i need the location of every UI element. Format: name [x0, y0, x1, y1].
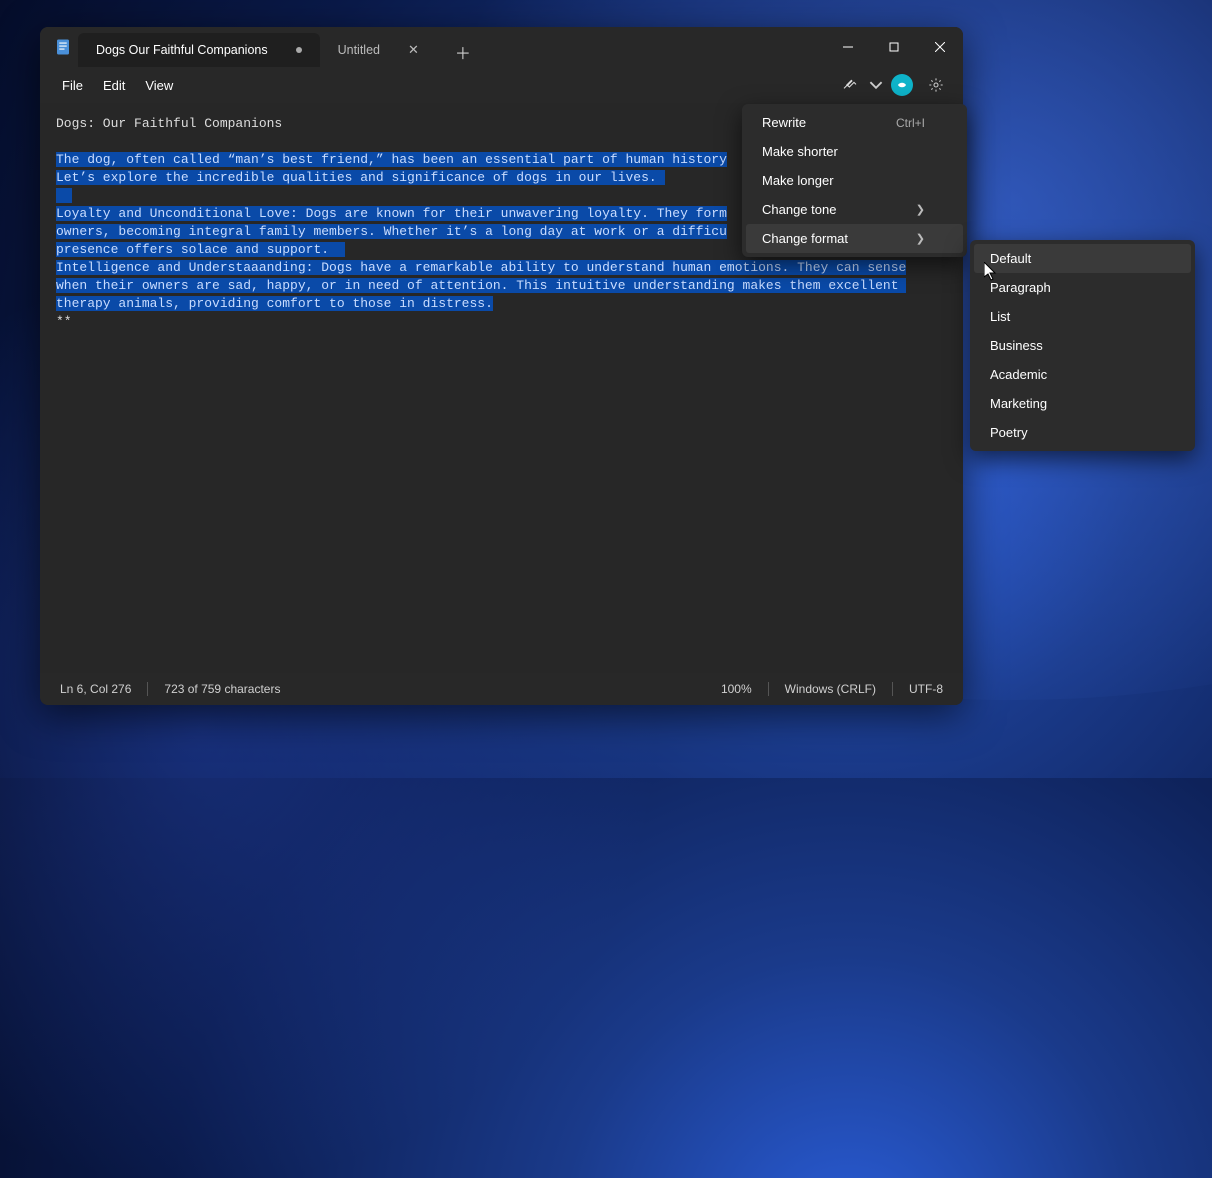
selected-text: Intelligence and Understaaanding: Dogs h…	[56, 260, 906, 275]
submenu-list[interactable]: List	[974, 302, 1191, 331]
chevron-right-icon: ❯	[916, 203, 925, 216]
close-button[interactable]	[917, 30, 963, 64]
status-encoding[interactable]: UTF-8	[905, 682, 947, 696]
menu-change-format[interactable]: Change format ❯	[746, 224, 963, 253]
status-position[interactable]: Ln 6, Col 276	[56, 682, 135, 696]
menu-view[interactable]: View	[135, 74, 183, 97]
menu-change-tone[interactable]: Change tone ❯	[746, 195, 963, 224]
tabs: Dogs Our Faithful Companions Untitled ✕ …	[78, 27, 825, 67]
ai-context-menu: Rewrite Ctrl+I Make shorter Make longer …	[742, 104, 967, 257]
selected-text: therapy animals, providing comfort to th…	[56, 296, 493, 311]
status-zoom[interactable]: 100%	[717, 682, 756, 696]
selected-text: when their owners are sad, happy, or in …	[56, 278, 899, 293]
close-tab-icon[interactable]: ✕	[408, 42, 419, 58]
selected-text: owners, becoming integral family members…	[56, 224, 727, 239]
tab-inactive[interactable]: Untitled ✕	[320, 33, 437, 67]
window-controls	[825, 30, 963, 64]
tab-label: Dogs Our Faithful Companions	[96, 43, 268, 57]
editor-line: **	[56, 313, 947, 331]
status-line-ending[interactable]: Windows (CRLF)	[781, 682, 880, 696]
maximize-button[interactable]	[871, 30, 917, 64]
submenu-business[interactable]: Business	[974, 331, 1191, 360]
submenu-paragraph[interactable]: Paragraph	[974, 273, 1191, 302]
submenu-poetry[interactable]: Poetry	[974, 418, 1191, 447]
menu-rewrite[interactable]: Rewrite Ctrl+I	[746, 108, 963, 137]
menu-make-longer[interactable]: Make longer	[746, 166, 963, 195]
submenu-academic[interactable]: Academic	[974, 360, 1191, 389]
statusbar: Ln 6, Col 276 723 of 759 characters 100%…	[40, 673, 963, 705]
settings-button[interactable]	[921, 70, 951, 100]
menu-edit[interactable]: Edit	[93, 74, 135, 97]
minimize-button[interactable]	[825, 30, 871, 64]
shortcut-label: Ctrl+I	[896, 116, 925, 130]
menu-make-shorter[interactable]: Make shorter	[746, 137, 963, 166]
copilot-button[interactable]	[887, 70, 917, 100]
selected-text: The dog, often called “man’s best friend…	[56, 152, 727, 167]
new-tab-button[interactable]: ＋	[447, 37, 479, 67]
selected-text: Let’s explore the incredible qualities a…	[56, 170, 657, 185]
ai-dropdown-chevron[interactable]	[869, 70, 883, 100]
tab-label: Untitled	[338, 43, 380, 57]
ai-rewrite-button[interactable]	[835, 70, 865, 100]
status-char-count[interactable]: 723 of 759 characters	[160, 682, 284, 696]
selected-text: presence offers solace and support.	[56, 242, 329, 257]
submenu-marketing[interactable]: Marketing	[974, 389, 1191, 418]
selected-text: Loyalty and Unconditional Love: Dogs are…	[56, 206, 727, 221]
app-icon	[48, 38, 78, 56]
submenu-default[interactable]: Default	[974, 244, 1191, 273]
tab-active[interactable]: Dogs Our Faithful Companions	[78, 33, 320, 67]
mouse-cursor-icon	[984, 262, 998, 287]
copilot-icon	[891, 74, 913, 96]
chevron-right-icon: ❯	[916, 232, 925, 245]
menu-file[interactable]: File	[52, 74, 93, 97]
menubar: File Edit View	[40, 67, 963, 103]
format-submenu: Default Paragraph List Business Academic…	[970, 240, 1195, 451]
titlebar: Dogs Our Faithful Companions Untitled ✕ …	[40, 27, 963, 67]
dirty-indicator-icon	[296, 47, 302, 53]
